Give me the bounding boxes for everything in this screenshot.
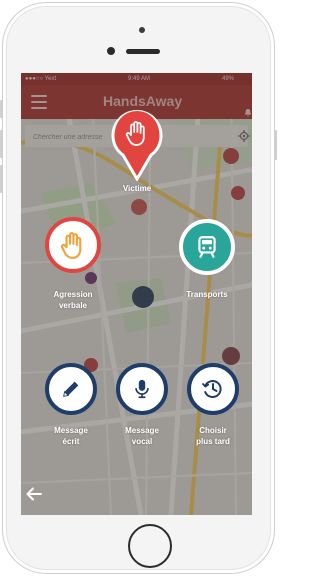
choose-later-label: Choisir plus tard — [178, 425, 248, 447]
pencil-icon — [63, 381, 79, 397]
victim-label: Victime — [122, 184, 152, 193]
choose-later-label-line2: plus tard — [196, 437, 230, 446]
train-icon — [198, 236, 216, 258]
text-message-label-line1: Message — [54, 426, 88, 435]
clock-icon — [202, 380, 222, 398]
transports-label: Transports — [186, 290, 228, 299]
text-message-label: Message écrit — [36, 425, 106, 447]
raised-hand-icon — [60, 232, 82, 259]
text-message-label-line2: écrit — [62, 437, 80, 446]
aggression-button[interactable] — [45, 217, 101, 273]
voice-message-label-line1: Message — [125, 426, 159, 435]
aggression-label-line1: Agression — [53, 290, 93, 299]
side-button — [0, 100, 3, 118]
aggression-label-line2: verbale — [58, 301, 88, 310]
voice-message-label-line2: vocal — [131, 437, 153, 446]
text-message-button[interactable] — [45, 363, 97, 415]
power-button — [274, 130, 277, 160]
volume-down-button — [0, 165, 3, 193]
home-button[interactable] — [128, 524, 172, 568]
transports-button[interactable] — [179, 219, 235, 275]
choose-later-label-line1: Choisir — [199, 426, 227, 435]
earpiece-speaker — [126, 49, 160, 54]
aggression-label: Agression verbale — [38, 289, 108, 311]
back-arrow-icon[interactable] — [26, 487, 42, 501]
sensor-dot — [139, 27, 145, 33]
victim-action[interactable] — [109, 105, 165, 182]
choose-later-button[interactable] — [187, 363, 239, 415]
front-camera — [107, 47, 115, 55]
volume-up-button — [0, 130, 3, 158]
voice-message-label: Message vocal — [107, 425, 177, 447]
app-screen: ●●●○○ Yext 9:49 AM 49% HandsAway Victime — [21, 73, 252, 515]
microphone-icon — [135, 379, 149, 399]
voice-message-button[interactable] — [116, 363, 168, 415]
raised-hand-icon — [125, 121, 145, 146]
